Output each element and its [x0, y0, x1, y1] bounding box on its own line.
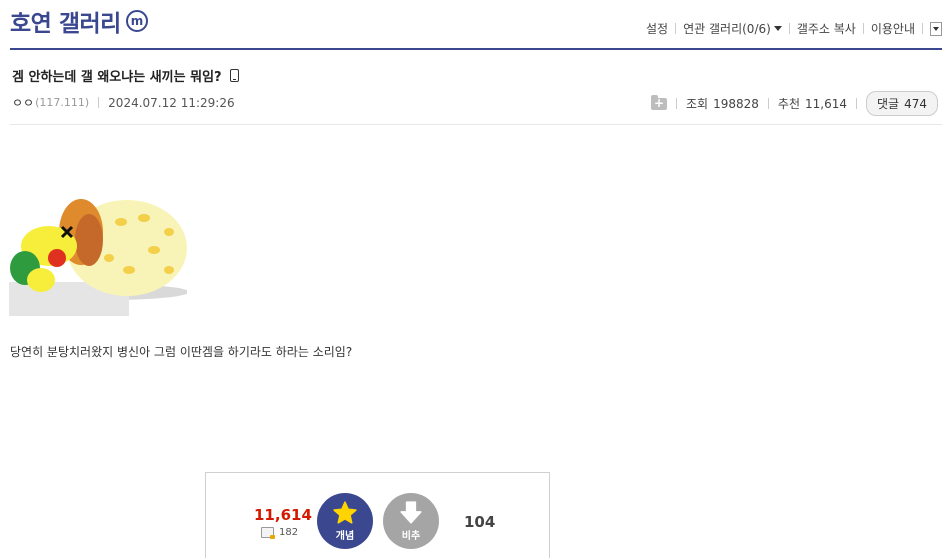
views-label: 조회 [686, 97, 709, 111]
recommend-down-count: 104 [464, 513, 496, 531]
recommend-down-button[interactable]: 비추 [383, 493, 439, 549]
stat-divider [856, 98, 857, 109]
gallery-title[interactable]: 호연 갤러리 m [10, 4, 148, 38]
copy-address-link[interactable]: 갤주소 복사 [790, 20, 863, 37]
fix-recommend-row: 182 [261, 527, 299, 539]
page: 호연 갤러리 m 설정 연관 갤러리(0/6) 갤주소 복사 이용안내 겜 안하… [0, 0, 942, 558]
writer-nickname[interactable]: ㅇㅇ [12, 94, 34, 111]
writer-ip: (117.111) [35, 96, 90, 109]
header-divider [10, 124, 942, 125]
recommend-down-label: 비추 [401, 531, 421, 542]
comment-count-button[interactable]: 댓글 474 [866, 91, 938, 116]
caret-down-icon [773, 26, 782, 31]
add-folder-icon[interactable]: + [651, 94, 667, 110]
post-meta: ㅇㅇ (117.111) 2024.07.12 11:29:26 [12, 94, 235, 111]
fix-recommend-count: 182 [279, 527, 299, 538]
recommend-box: 11,614 182 개념 비추 104 [205, 472, 550, 558]
guide-link[interactable]: 이용안내 [864, 20, 922, 37]
post-stats: + 조회 198828 추천 11,614 댓글 474 [651, 91, 938, 116]
mini-gallery-badge-icon: m [125, 10, 148, 32]
meta-divider [98, 97, 100, 108]
menu-divider [922, 23, 923, 34]
settings-link[interactable]: 설정 [639, 20, 675, 37]
comment-label: 댓글 [877, 97, 900, 111]
gallery-title-text[interactable]: 호연 갤러리 [10, 4, 121, 38]
star-icon [333, 501, 357, 524]
post-date: 2024.07.12 11:29:26 [108, 95, 235, 110]
fixed-recommend-icon [261, 527, 275, 539]
post-image [9, 170, 187, 316]
caret-down-icon [933, 26, 939, 31]
comment-count: 474 [904, 96, 927, 111]
mobile-icon [229, 69, 239, 82]
header-menu: 설정 연관 갤러리(0/6) 갤주소 복사 이용안내 [639, 20, 942, 37]
post-title-text: 겜 안하는데 갤 왜오냐는 새끼는 뭐임? [12, 70, 222, 85]
stat-divider [676, 98, 677, 109]
views-count: 198828 [713, 96, 759, 111]
recommend-up-button[interactable]: 개념 [317, 493, 373, 549]
related-gallery-dropdown[interactable]: 연관 갤러리(0/6) [676, 20, 789, 37]
arrow-down-icon [400, 501, 422, 524]
stat-divider [767, 98, 769, 109]
more-menu-button[interactable] [930, 21, 942, 36]
post-title: 겜 안하는데 갤 왜오냐는 새끼는 뭐임? [12, 66, 239, 85]
gallery-header: 호연 갤러리 m 설정 연관 갤러리(0/6) 갤주소 복사 이용안내 [10, 0, 942, 50]
recommend-count: 11,614 [805, 96, 847, 111]
post-body-text: 당연히 분탕치러왔지 병신아 그럼 이딴겜을 하기라도 하라는 소리임? [10, 345, 353, 359]
recommend-up-label: 개념 [335, 531, 355, 542]
recommend-label: 추천 [777, 97, 800, 111]
recommend-up-count: 11,614 [254, 506, 312, 524]
related-gallery-label: 연관 갤러리(0/6) [683, 22, 771, 36]
